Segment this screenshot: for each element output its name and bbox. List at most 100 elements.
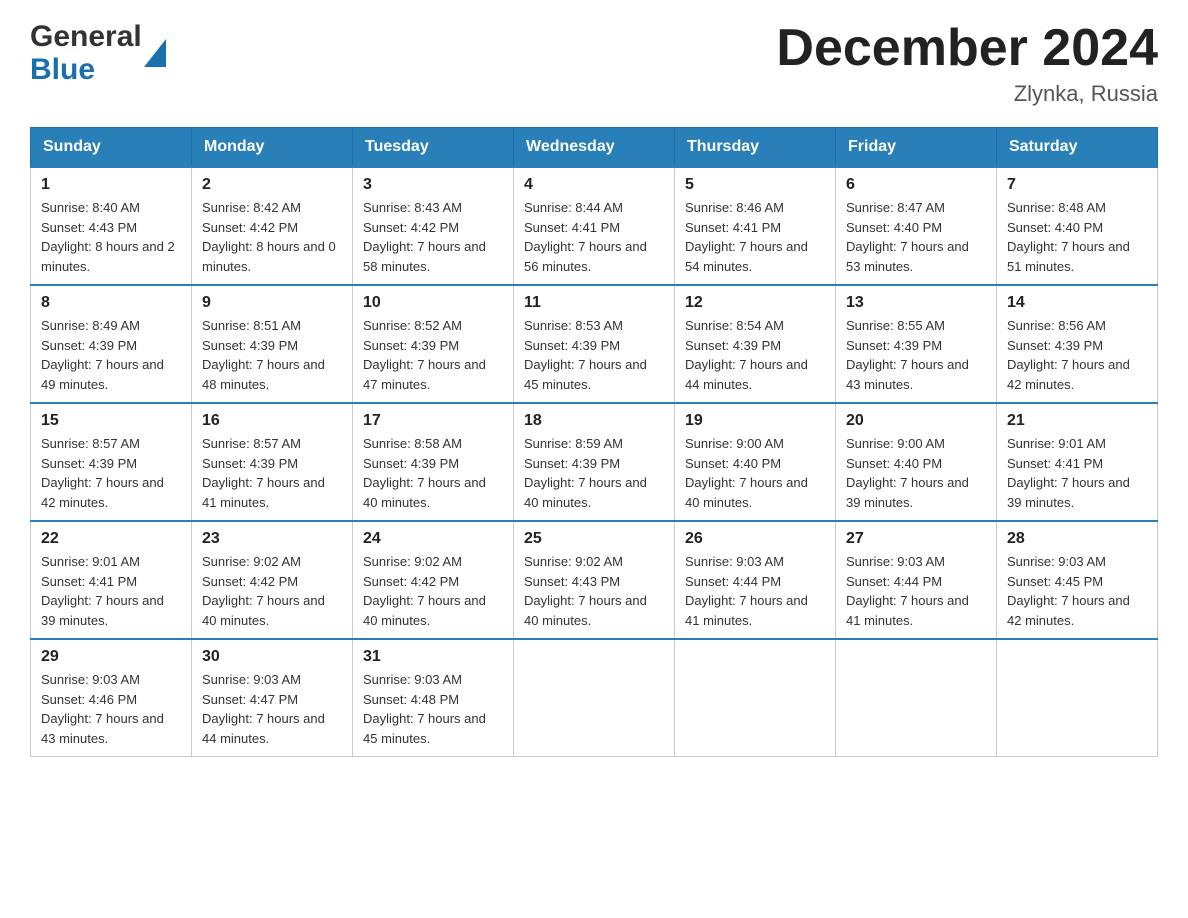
table-row: 19Sunrise: 9:00 AMSunset: 4:40 PMDayligh… (675, 403, 836, 521)
calendar-week-1: 1 Sunrise: 8:40 AMSunset: 4:43 PMDaylight… (31, 167, 1158, 285)
day-number: 14 (1007, 294, 1147, 312)
table-row: 7 Sunrise: 8:48 AMSunset: 4:40 PMDaylight… (997, 167, 1158, 285)
day-info: Sunrise: 8:46 AMSunset: 4:41 PMDaylight:… (685, 198, 825, 276)
day-number: 28 (1007, 530, 1147, 548)
logo: General Blue (30, 20, 166, 86)
table-row: 10 Sunrise: 8:52 AMSunset: 4:39 PMDayligh… (353, 285, 514, 403)
table-row: 9Sunrise: 8:51 AMSunset: 4:39 PMDaylight… (192, 285, 353, 403)
day-info: Sunrise: 8:42 AMSunset: 4:42 PMDaylight:… (202, 198, 342, 276)
day-number: 29 (41, 648, 181, 666)
day-number: 17 (363, 412, 503, 430)
day-number: 10 (363, 294, 503, 312)
day-info: Sunrise: 9:03 AMSunset: 4:47 PMDaylight:… (202, 670, 342, 748)
page-header: General Blue December 2024 Zlynka, Russi… (30, 20, 1158, 107)
day-info: Sunrise: 8:59 AMSunset: 4:39 PMDaylight:… (524, 434, 664, 512)
day-number: 13 (846, 294, 986, 312)
table-row: 20Sunrise: 9:00 AMSunset: 4:40 PMDayligh… (836, 403, 997, 521)
day-number: 4 (524, 176, 664, 194)
day-number: 30 (202, 648, 342, 666)
title-block: December 2024 Zlynka, Russia (776, 20, 1158, 107)
calendar-table: Sunday Monday Tuesday Wednesday Thursday… (30, 127, 1158, 757)
table-row: 22 Sunrise: 9:01 AMSunset: 4:41 PMDayligh… (31, 521, 192, 639)
table-row (997, 639, 1158, 757)
table-row: 24 Sunrise: 9:02 AMSunset: 4:42 PMDayligh… (353, 521, 514, 639)
day-number: 24 (363, 530, 503, 548)
day-number: 25 (524, 530, 664, 548)
table-row: 6 Sunrise: 8:47 AMSunset: 4:40 PMDaylight… (836, 167, 997, 285)
table-row: 3 Sunrise: 8:43 AMSunset: 4:42 PMDaylight… (353, 167, 514, 285)
day-info: Sunrise: 8:49 AMSunset: 4:39 PMDaylight:… (41, 316, 181, 394)
day-info: Sunrise: 8:58 AMSunset: 4:39 PMDaylight:… (363, 434, 503, 512)
day-info: Sunrise: 9:03 AMSunset: 4:44 PMDaylight:… (685, 552, 825, 630)
table-row (514, 639, 675, 757)
col-friday: Friday (836, 128, 997, 168)
day-info: Sunrise: 8:47 AMSunset: 4:40 PMDaylight:… (846, 198, 986, 276)
day-info: Sunrise: 8:57 AMSunset: 4:39 PMDaylight:… (41, 434, 181, 512)
table-row (675, 639, 836, 757)
day-info: Sunrise: 8:40 AMSunset: 4:43 PMDaylight:… (41, 198, 181, 276)
logo-blue: Blue (30, 53, 142, 86)
table-row: 29 Sunrise: 9:03 AMSunset: 4:46 PMDayligh… (31, 639, 192, 757)
day-number: 22 (41, 530, 181, 548)
day-info: Sunrise: 8:44 AMSunset: 4:41 PMDaylight:… (524, 198, 664, 276)
day-info: Sunrise: 9:03 AMSunset: 4:45 PMDaylight:… (1007, 552, 1147, 630)
day-number: 18 (524, 412, 664, 430)
table-row: 14 Sunrise: 8:56 AMSunset: 4:39 PMDayligh… (997, 285, 1158, 403)
day-info: Sunrise: 8:56 AMSunset: 4:39 PMDaylight:… (1007, 316, 1147, 394)
table-row: 17 Sunrise: 8:58 AMSunset: 4:39 PMDayligh… (353, 403, 514, 521)
day-number: 15 (41, 412, 181, 430)
table-row: 30 Sunrise: 9:03 AMSunset: 4:47 PMDayligh… (192, 639, 353, 757)
day-info: Sunrise: 8:43 AMSunset: 4:42 PMDaylight:… (363, 198, 503, 276)
calendar-week-3: 15 Sunrise: 8:57 AMSunset: 4:39 PMDayligh… (31, 403, 1158, 521)
logo-general: General (30, 20, 142, 53)
table-row: 5 Sunrise: 8:46 AMSunset: 4:41 PMDaylight… (675, 167, 836, 285)
calendar-week-5: 29 Sunrise: 9:03 AMSunset: 4:46 PMDayligh… (31, 639, 1158, 757)
table-row: 13 Sunrise: 8:55 AMSunset: 4:39 PMDayligh… (836, 285, 997, 403)
day-info: Sunrise: 8:53 AMSunset: 4:39 PMDaylight:… (524, 316, 664, 394)
table-row: 2Sunrise: 8:42 AMSunset: 4:42 PMDaylight… (192, 167, 353, 285)
day-number: 19 (685, 412, 825, 430)
day-info: Sunrise: 8:55 AMSunset: 4:39 PMDaylight:… (846, 316, 986, 394)
table-row: 15 Sunrise: 8:57 AMSunset: 4:39 PMDayligh… (31, 403, 192, 521)
day-number: 31 (363, 648, 503, 666)
day-info: Sunrise: 9:01 AMSunset: 4:41 PMDaylight:… (41, 552, 181, 630)
table-row (836, 639, 997, 757)
day-info: Sunrise: 9:03 AMSunset: 4:48 PMDaylight:… (363, 670, 503, 748)
day-info: Sunrise: 9:03 AMSunset: 4:44 PMDaylight:… (846, 552, 986, 630)
day-number: 23 (202, 530, 342, 548)
day-number: 11 (524, 294, 664, 312)
day-info: Sunrise: 9:02 AMSunset: 4:42 PMDaylight:… (202, 552, 342, 630)
day-number: 21 (1007, 412, 1147, 430)
day-number: 3 (363, 176, 503, 194)
day-info: Sunrise: 8:51 AMSunset: 4:39 PMDaylight:… (202, 316, 342, 394)
col-tuesday: Tuesday (353, 128, 514, 168)
day-info: Sunrise: 8:48 AMSunset: 4:40 PMDaylight:… (1007, 198, 1147, 276)
day-info: Sunrise: 9:03 AMSunset: 4:46 PMDaylight:… (41, 670, 181, 748)
day-number: 6 (846, 176, 986, 194)
day-info: Sunrise: 8:52 AMSunset: 4:39 PMDaylight:… (363, 316, 503, 394)
table-row: 28 Sunrise: 9:03 AMSunset: 4:45 PMDayligh… (997, 521, 1158, 639)
day-info: Sunrise: 9:01 AMSunset: 4:41 PMDaylight:… (1007, 434, 1147, 512)
table-row: 25Sunrise: 9:02 AMSunset: 4:43 PMDayligh… (514, 521, 675, 639)
table-row: 31 Sunrise: 9:03 AMSunset: 4:48 PMDayligh… (353, 639, 514, 757)
table-row: 16Sunrise: 8:57 AMSunset: 4:39 PMDayligh… (192, 403, 353, 521)
logo-triangle-icon (144, 39, 166, 67)
day-info: Sunrise: 8:54 AMSunset: 4:39 PMDaylight:… (685, 316, 825, 394)
table-row: 4 Sunrise: 8:44 AMSunset: 4:41 PMDaylight… (514, 167, 675, 285)
table-row: 27Sunrise: 9:03 AMSunset: 4:44 PMDayligh… (836, 521, 997, 639)
day-number: 7 (1007, 176, 1147, 194)
table-row: 23 Sunrise: 9:02 AMSunset: 4:42 PMDayligh… (192, 521, 353, 639)
day-number: 12 (685, 294, 825, 312)
table-row: 12 Sunrise: 8:54 AMSunset: 4:39 PMDayligh… (675, 285, 836, 403)
location: Zlynka, Russia (776, 81, 1158, 107)
col-sunday: Sunday (31, 128, 192, 168)
day-number: 1 (41, 176, 181, 194)
table-row: 8 Sunrise: 8:49 AMSunset: 4:39 PMDaylight… (31, 285, 192, 403)
day-number: 8 (41, 294, 181, 312)
calendar-header-row: Sunday Monday Tuesday Wednesday Thursday… (31, 128, 1158, 168)
calendar-week-2: 8 Sunrise: 8:49 AMSunset: 4:39 PMDaylight… (31, 285, 1158, 403)
day-info: Sunrise: 9:02 AMSunset: 4:42 PMDaylight:… (363, 552, 503, 630)
table-row: 11 Sunrise: 8:53 AMSunset: 4:39 PMDayligh… (514, 285, 675, 403)
day-number: 5 (685, 176, 825, 194)
month-title: December 2024 (776, 20, 1158, 77)
